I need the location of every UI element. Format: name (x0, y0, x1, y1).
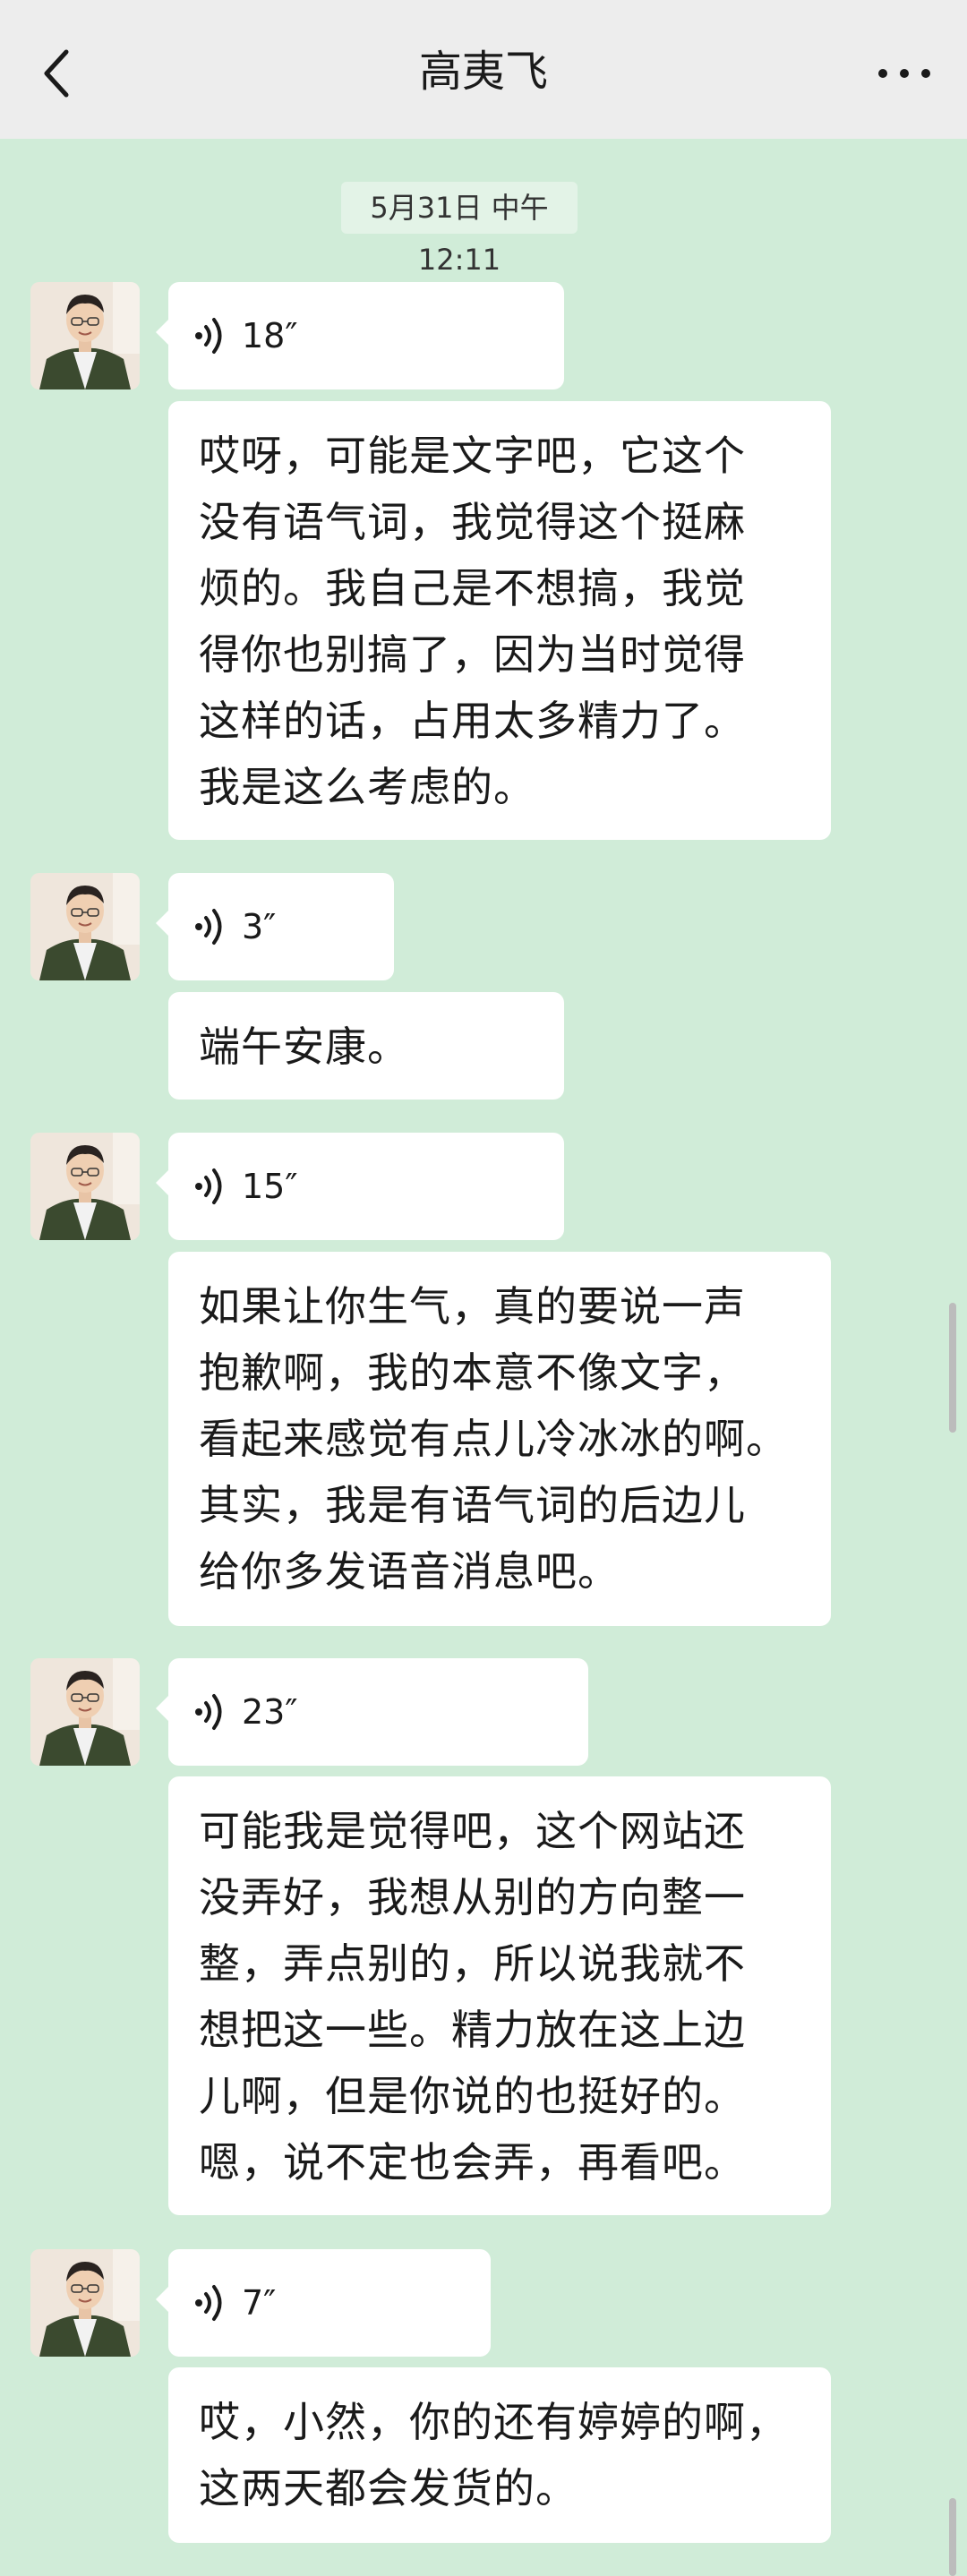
message-timestamp: 5月31日 中午12:11 (341, 182, 578, 277)
transcript-line: 抱歉啊，我的本意不像文字， (199, 1348, 746, 1397)
transcript-line: 儿啊，但是你说的也挺好的。 (199, 2072, 746, 2120)
voice-duration: 3″ (242, 907, 277, 946)
avatar-image (30, 1658, 140, 1766)
voice-message[interactable]: 7″ (156, 2249, 491, 2357)
voice-transcript: 哎，小然，你的还有婷婷的啊， 这两天都会发货的。 (168, 2367, 831, 2543)
voice-duration: 18″ (242, 316, 298, 355)
voice-icon (195, 318, 222, 354)
transcript-line: 哎，小然，你的还有婷婷的啊， (199, 2398, 788, 2446)
voice-transcript: 可能我是觉得吧，这个网站还 没弄好，我想从别的方向整一 整，弄点别的，所以说我就… (168, 1776, 831, 2215)
transcript-line: 端午安康。 (199, 1023, 409, 1071)
avatar-image (30, 282, 140, 389)
voice-icon (195, 1168, 222, 1204)
voice-message[interactable]: 3″ (156, 873, 394, 980)
voice-duration: 15″ (242, 1167, 298, 1206)
transcript-line: 得你也别搞了，因为当时觉得 (199, 630, 746, 679)
chat-header: 高夷飞 (0, 0, 967, 139)
avatar[interactable] (30, 282, 140, 389)
transcript-line: 没弄好，我想从别的方向整一 (199, 1873, 746, 1921)
scrollbar[interactable] (949, 1303, 956, 1433)
voice-transcript: 端午安康。 (168, 992, 564, 1100)
transcript-line: 嗯，说不定也会弄，再看吧。 (199, 2138, 746, 2187)
transcript-line: 想把这一些。精力放在这上边 (199, 2006, 746, 2054)
voice-transcript: 哎呀，可能是文字吧，它这个 没有语气词，我觉得这个挺麻 烦的。我自己是不想搞，我… (168, 401, 831, 840)
transcript-line: 没有语气词，我觉得这个挺麻 (199, 498, 746, 546)
transcript-line: 其实，我是有语气词的后边儿 (199, 1481, 746, 1529)
transcript-line: 我是这么考虑的。 (199, 763, 535, 811)
voice-icon (195, 2285, 222, 2321)
avatar[interactable] (30, 1133, 140, 1240)
voice-duration: 7″ (242, 2283, 277, 2323)
scrollbar[interactable] (949, 2498, 956, 2576)
more-icon[interactable] (876, 64, 933, 82)
voice-duration: 23″ (242, 1692, 298, 1732)
transcript-line: 如果让你生气，真的要说一声 (199, 1282, 746, 1331)
voice-message[interactable]: 18″ (156, 282, 564, 389)
voice-message[interactable]: 23″ (156, 1658, 588, 1766)
transcript-line: 这两天都会发货的。 (199, 2464, 578, 2512)
avatar[interactable] (30, 2249, 140, 2357)
transcript-line: 哎呀，可能是文字吧，它这个 (199, 432, 746, 480)
transcript-line: 可能我是觉得吧，这个网站还 (199, 1807, 746, 1855)
avatar-image (30, 1133, 140, 1240)
avatar-image (30, 2249, 140, 2357)
voice-message[interactable]: 15″ (156, 1133, 564, 1240)
transcript-line: 这样的话，占用太多精力了。 (199, 697, 746, 745)
voice-transcript: 如果让你生气，真的要说一声 抱歉啊，我的本意不像文字， 看起来感觉有点儿冷冰冰的… (168, 1252, 831, 1626)
transcript-line: 给你多发语音消息吧。 (199, 1547, 620, 1596)
voice-icon (195, 1694, 222, 1730)
avatar-image (30, 873, 140, 980)
avatar[interactable] (30, 1658, 140, 1766)
avatar[interactable] (30, 873, 140, 980)
transcript-line: 整，弄点别的，所以说我就不 (199, 1939, 746, 1988)
voice-icon (195, 909, 222, 945)
transcript-line: 看起来感觉有点儿冷冰冰的啊。 (199, 1415, 788, 1463)
chat-title: 高夷飞 (418, 47, 548, 97)
transcript-line: 烦的。我自己是不想搞，我觉 (199, 564, 746, 612)
